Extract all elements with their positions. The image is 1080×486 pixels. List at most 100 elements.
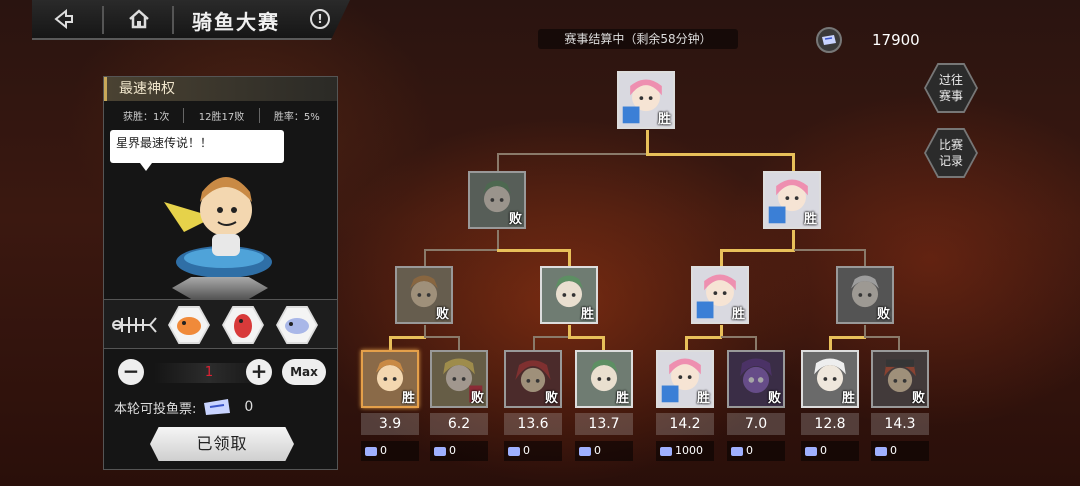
odds-label: 12.8	[801, 413, 859, 435]
bet-count: 0	[801, 441, 859, 461]
orange-fish-icon	[177, 317, 201, 335]
plus-button[interactable]: +	[246, 359, 272, 385]
fish-slot-3[interactable]	[276, 306, 318, 344]
stat-record: 12胜17败	[183, 108, 258, 123]
odds-label: 14.3	[871, 413, 929, 435]
odds-label: 14.2	[656, 413, 714, 435]
bracket-line	[424, 249, 498, 251]
bracket-line	[864, 336, 900, 338]
result-label: 胜	[580, 307, 594, 322]
fish-ticket-icon	[875, 446, 887, 456]
top-bar: 骑鱼大赛 !	[32, 0, 350, 40]
racer-slot-6[interactable]: 败	[727, 350, 785, 408]
bracket-line	[720, 249, 723, 266]
stat-wins: 获胜：1次	[122, 112, 170, 123]
bracket-line	[685, 336, 688, 350]
pedestal	[172, 277, 268, 299]
bracket-line	[794, 249, 866, 251]
odds-label: 7.0	[727, 413, 785, 435]
bet-count: 0	[361, 441, 419, 461]
quarterfinal-slot-3[interactable]: 胜	[691, 266, 749, 324]
fish-slot-2[interactable]	[222, 306, 264, 344]
red-fish-icon	[234, 314, 252, 338]
result-label: 败	[911, 391, 925, 406]
quarterfinal-slot-2[interactable]: 胜	[540, 266, 598, 324]
fish-ticket-icon	[508, 446, 520, 456]
info-icon[interactable]: !	[310, 9, 330, 29]
back-icon	[54, 9, 73, 29]
home-icon	[129, 9, 149, 29]
bet-count: 0	[871, 441, 929, 461]
result-label: 败	[435, 307, 449, 322]
fish-ticket-icon	[660, 446, 672, 456]
result-label: 败	[544, 391, 558, 406]
champion-slot[interactable]: 胜	[617, 71, 675, 129]
bracket-line	[720, 249, 795, 252]
back-button[interactable]	[42, 0, 92, 38]
blue-fish-icon	[285, 318, 309, 334]
bracket-line	[533, 336, 569, 338]
page-title: 骑鱼大赛	[192, 10, 280, 34]
result-label: 胜	[731, 307, 745, 322]
vote-count: 0	[244, 399, 254, 415]
semifinal-slot-2[interactable]: 胜	[763, 171, 821, 229]
bracket-line	[829, 336, 832, 350]
quantity-stepper: − 1 + Max	[118, 359, 328, 385]
racer-slot-2[interactable]: 败	[430, 350, 488, 408]
odds-label: 6.2	[430, 413, 488, 435]
currency-amount: 17900	[872, 31, 920, 49]
bet-count: 1000	[656, 441, 714, 461]
racer-portrait	[164, 177, 272, 278]
bet-count: 0	[430, 441, 488, 461]
result-label: 败	[508, 212, 522, 227]
fish-slot-1[interactable]	[168, 306, 210, 344]
bracket-line	[497, 153, 648, 155]
vote-row: 本轮可投鱼票: 0	[114, 397, 253, 417]
odds-label: 13.7	[575, 413, 633, 435]
fish-ticket-icon	[434, 446, 446, 456]
result-label: 败	[876, 307, 890, 322]
bracket-line	[568, 249, 571, 266]
bracket-line	[898, 336, 900, 350]
bracket-line	[389, 336, 392, 350]
bracket-line	[568, 336, 605, 339]
racer-slot-4[interactable]: 胜	[575, 350, 633, 408]
bracket-line	[864, 249, 866, 266]
bracket-line	[792, 153, 795, 171]
bracket-line	[497, 153, 499, 171]
speech-bubble: 星界最速传说！！	[110, 130, 284, 171]
racer-slot-5[interactable]: 胜	[656, 350, 714, 408]
fishbone-icon	[112, 317, 157, 333]
bracket-line	[646, 130, 649, 154]
odds-label: 13.6	[504, 413, 562, 435]
racer-detail-panel: 最速神权 获胜：1次 12胜17败 胜率：5% 星界最速传说！！ − 1 + M…	[103, 76, 338, 470]
fish-ticket-icon	[579, 446, 591, 456]
bracket-line	[424, 249, 426, 266]
home-button[interactable]	[114, 0, 164, 38]
bracket-line	[389, 336, 426, 339]
vote-label: 本轮可投鱼票:	[114, 401, 197, 417]
bet-count: 0	[727, 441, 785, 461]
quarterfinal-slot-4[interactable]: 败	[836, 266, 894, 324]
bracket-line	[458, 336, 460, 350]
minus-button[interactable]: −	[118, 359, 144, 385]
result-label: 胜	[841, 391, 855, 406]
max-button[interactable]: Max	[282, 359, 326, 385]
stat-winrate: 胜率：5%	[258, 108, 334, 123]
result-label: 胜	[803, 212, 817, 227]
racer-slot-7[interactable]: 胜	[801, 350, 859, 408]
bracket-line	[602, 336, 605, 350]
bracket-line	[646, 153, 794, 156]
racer-slot-1[interactable]: 胜	[361, 350, 419, 408]
event-status: 赛事结算中（剩余58分钟）	[538, 29, 738, 49]
racer-slot-3[interactable]: 败	[504, 350, 562, 408]
semifinal-slot-1[interactable]: 败	[468, 171, 526, 229]
result-label: 胜	[615, 391, 629, 406]
racer-slot-8[interactable]: 败	[871, 350, 929, 408]
quarterfinal-slot-1[interactable]: 败	[395, 266, 453, 324]
bracket-line	[533, 336, 535, 350]
result-label: 胜	[696, 391, 710, 406]
claimed-button[interactable]: 已领取	[150, 427, 294, 461]
bracket-line	[497, 249, 570, 252]
fish-ticket-icon	[731, 446, 743, 456]
